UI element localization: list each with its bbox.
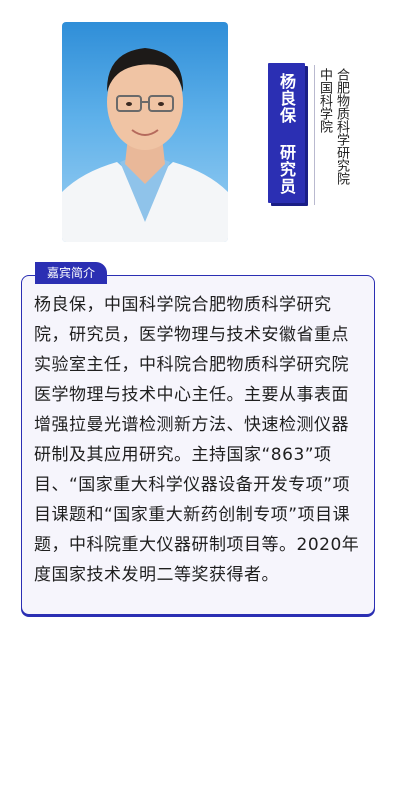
intro-card: 杨良保，中国科学院合肥物质科学研究院，研究员，医学物理与技术安徽省重点实验室主任… [21,275,375,615]
person-portrait-icon [62,48,228,242]
speaker-portrait [62,22,228,242]
intro-section-label: 嘉宾简介 [35,262,108,284]
intro-text: 杨良保，中国科学院合肥物质科学研究院，研究员，医学物理与技术安徽省重点实验室主任… [34,295,360,585]
speaker-affiliation: 合肥物质科学研究院 中国科学院 [317,68,349,185]
speaker-name-title: 杨良保 研究员 [277,73,296,195]
affiliation-divider [314,65,315,205]
name-title-tag: 杨良保 研究员 [268,63,305,203]
